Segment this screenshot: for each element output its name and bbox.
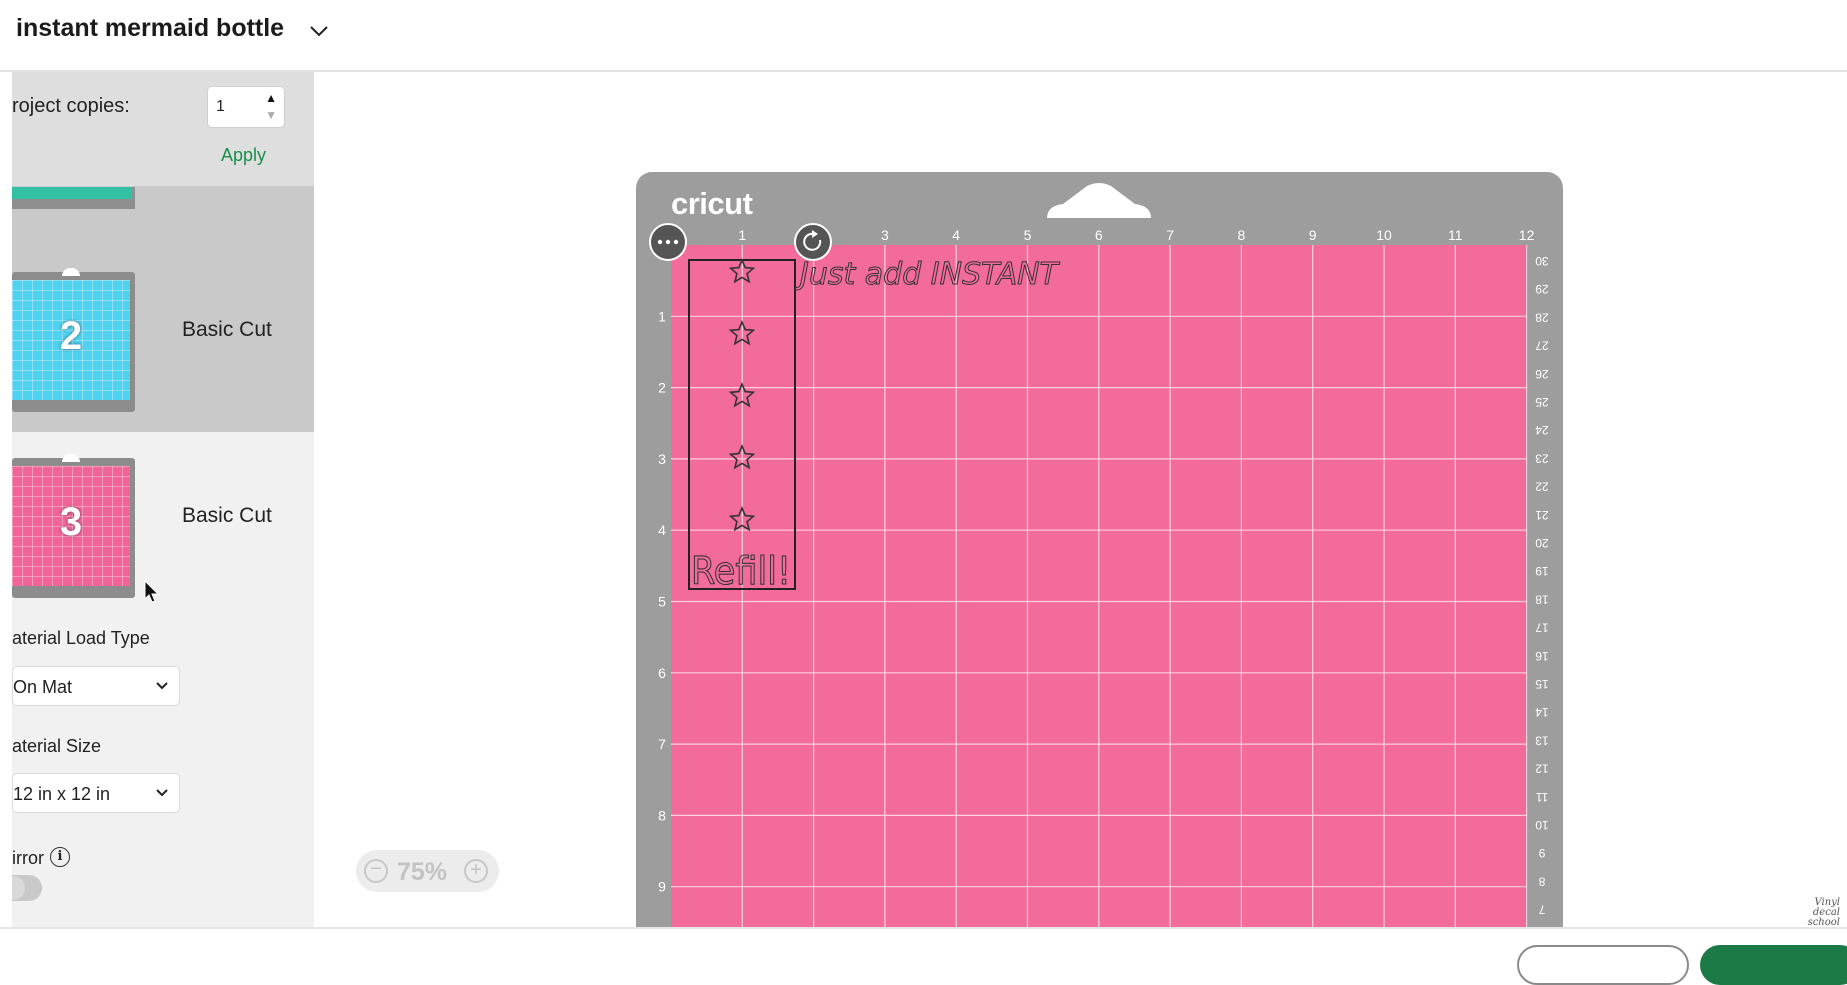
ruler-right-label: 18: [1535, 592, 1549, 606]
ruler-right-label: 11: [1535, 790, 1548, 804]
rotate-icon[interactable]: [794, 223, 832, 261]
ruler-top-label: 11: [1448, 227, 1463, 243]
design-text-bottom: Refill!: [691, 549, 791, 593]
mat-item-3[interactable]: 3 Basic Cut: [12, 432, 314, 628]
toggle-knob: [12, 876, 25, 900]
mat-thumbnail-tab: [62, 268, 80, 276]
mouse-cursor-icon: [144, 580, 160, 603]
ruler-left-label: 4: [658, 522, 666, 538]
ruler-right-label: 28: [1535, 310, 1549, 324]
ruler-right-label: 10: [1535, 818, 1549, 832]
info-icon[interactable]: i: [50, 847, 70, 867]
chevron-down-icon[interactable]: [155, 679, 169, 693]
material-size-select[interactable]: 12 in x 12 in: [12, 773, 180, 813]
more-options-dot: [673, 239, 679, 245]
ruler-left-label: 5: [658, 594, 666, 610]
design-text-top: Just add INSTANT: [795, 257, 1061, 292]
ruler-top-label: 4: [952, 227, 960, 243]
continue-button[interactable]: [1700, 945, 1847, 985]
ruler-right-label: 19: [1535, 564, 1549, 578]
ruler-right-label: 16: [1535, 649, 1549, 663]
zoom-in-icon[interactable]: +: [464, 859, 488, 883]
project-copies-stepper[interactable]: 1 ▲ ▼: [207, 86, 285, 128]
ruler-top-label: 8: [1238, 227, 1246, 243]
ruler-top-label: 5: [1024, 227, 1032, 243]
mat-number: 3: [59, 500, 83, 544]
decrement-icon[interactable]: ▼: [265, 108, 277, 122]
ruler-right-label: 27: [1535, 339, 1549, 353]
ruler-left-label: 8: [658, 807, 666, 823]
vinyl-decal-school-watermark: Vinyl decal school: [1788, 898, 1840, 938]
material-load-type-value[interactable]: On Mat: [13, 677, 72, 698]
ruler-right-label: 23: [1535, 451, 1549, 465]
mat-grid: 1234567891011121234567893029282726252423…: [649, 223, 1549, 932]
cricut-logo: cricut: [671, 186, 753, 221]
ruler-left-label: 9: [658, 879, 666, 895]
project-title[interactable]: instant mermaid bottle: [16, 14, 284, 43]
chevron-down-icon[interactable]: [307, 20, 331, 42]
mat-sidebar: roject copies: 1 ▲ ▼ Apply 2 Basic Cut 3…: [12, 72, 314, 927]
ruler-top-label: 10: [1376, 227, 1392, 243]
ruler-right-label: 14: [1535, 705, 1549, 719]
ruler-right-label: 17: [1535, 621, 1549, 635]
increment-icon[interactable]: ▲: [265, 91, 277, 105]
chevron-down-icon[interactable]: [155, 786, 169, 800]
more-options-dot: [657, 239, 663, 245]
ruler-left-label: 7: [658, 736, 666, 752]
ruler-left-label: 2: [658, 380, 666, 396]
project-copies-label: roject copies:: [12, 95, 130, 117]
mat-label: Basic Cut: [182, 318, 272, 341]
ruler-right-label: 13: [1535, 733, 1549, 747]
mat-thumbnail[interactable]: 3: [12, 454, 135, 598]
cutting-mat: 1234567891011121234567893029282726252423…: [636, 172, 1563, 932]
ruler-right-label: 26: [1535, 367, 1549, 381]
mat-hanger-tab: [1047, 183, 1151, 218]
material-load-type-label: aterial Load Type: [12, 628, 150, 648]
ruler-left-label: 3: [658, 451, 666, 467]
zoom-control: − 75% +: [356, 850, 499, 892]
project-copies-row: roject copies: 1 ▲ ▼ Apply: [12, 72, 314, 187]
ruler-right-label: 25: [1535, 395, 1549, 409]
zoom-out-icon[interactable]: −: [364, 859, 388, 883]
mirror-toggle[interactable]: [12, 875, 42, 901]
ruler-right-label: 9: [1538, 846, 1545, 860]
mat-thumbnail-partial[interactable]: [12, 187, 135, 209]
mirror-label: irror: [12, 848, 44, 868]
ruler-right-label: 8: [1538, 874, 1545, 888]
top-header: instant mermaid bottle: [0, 0, 1847, 72]
ruler-top-label: 1: [738, 227, 746, 243]
ruler-top-label: 3: [881, 227, 889, 243]
ruler-top-label: 9: [1309, 227, 1317, 243]
ruler-right-label: 20: [1535, 536, 1549, 550]
ruler-right-label: 7: [1538, 903, 1545, 917]
ruler-right-label: 15: [1535, 677, 1549, 691]
ruler-right-label: 22: [1535, 480, 1549, 494]
ruler-top-label: 12: [1519, 227, 1535, 243]
ruler-right-label: 12: [1535, 762, 1549, 776]
ruler-right-label: 24: [1535, 423, 1549, 437]
ruler-right-label: 30: [1535, 254, 1549, 268]
mat-item-2[interactable]: 2 Basic Cut: [12, 260, 314, 456]
more-options-dot: [665, 239, 671, 245]
material-size-label: aterial Size: [12, 736, 102, 756]
ruler-left-label: 6: [658, 665, 666, 681]
mat-thumbnail[interactable]: 2: [12, 268, 135, 412]
apply-button[interactable]: Apply: [221, 145, 266, 166]
project-copies-value[interactable]: 1: [216, 98, 225, 116]
ruler-right-label: 29: [1535, 282, 1549, 296]
ruler-top-label: 7: [1166, 227, 1174, 243]
back-button[interactable]: [1517, 945, 1689, 985]
mat-thumbnail-tab: [62, 454, 80, 462]
zoom-level: 75%: [397, 858, 448, 886]
watermark-line: school: [1807, 917, 1840, 928]
material-load-type-select[interactable]: On Mat: [12, 666, 180, 706]
mat-number: 2: [59, 314, 83, 358]
material-size-value[interactable]: 12 in x 12 in: [13, 784, 110, 805]
ruler-right-label: 21: [1535, 508, 1549, 522]
ruler-left-label: 1: [658, 308, 666, 324]
mat-label: Basic Cut: [182, 504, 272, 527]
ruler-top-label: 6: [1095, 227, 1103, 243]
